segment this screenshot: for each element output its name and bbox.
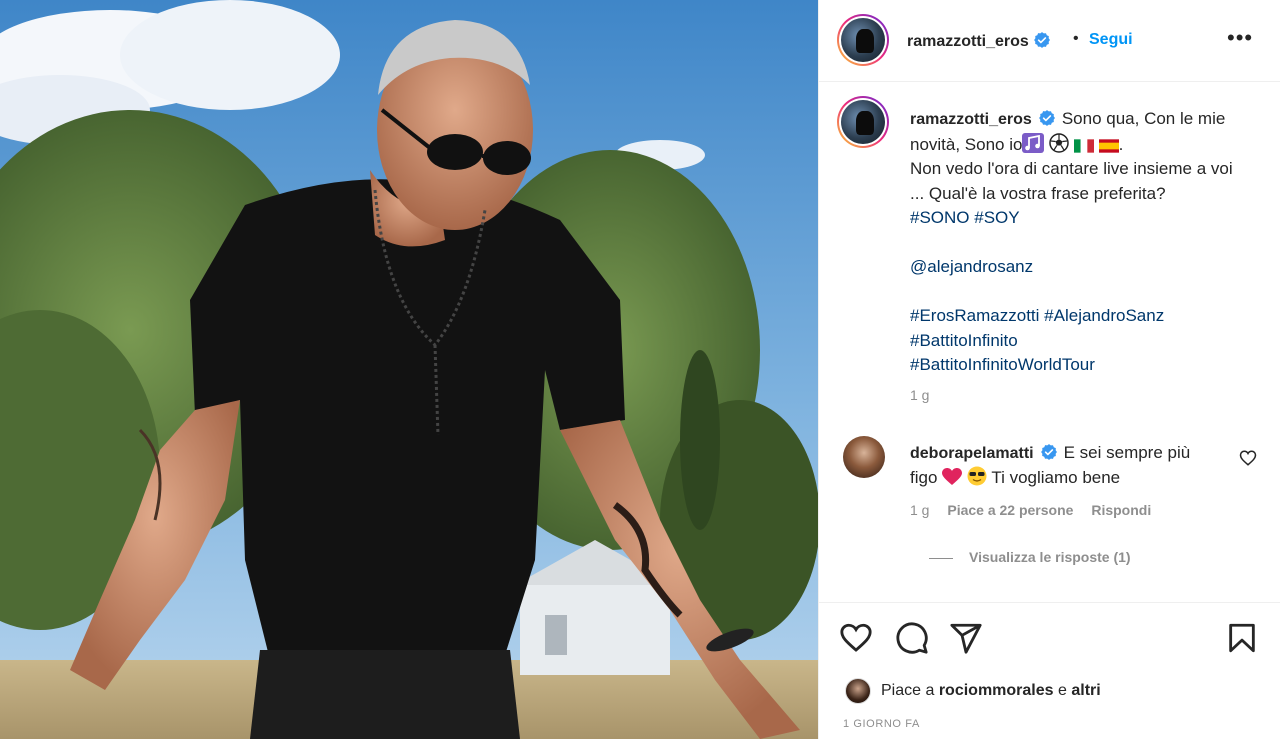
verified-badge-icon <box>1040 444 1057 460</box>
comment-age[interactable]: 1 g <box>910 502 929 518</box>
commenter-username[interactable]: deborapelamatti <box>910 445 1034 462</box>
hashtag-sono[interactable]: #SONO <box>910 208 970 227</box>
action-bar <box>819 602 1280 672</box>
post-caption: ramazzotti_eros Sono qua, Con le mie nov… <box>910 107 1250 378</box>
italy-flag-emoji-icon <box>1073 138 1094 153</box>
soccer-ball-emoji-icon <box>1049 132 1069 153</box>
verified-badge-icon <box>1033 32 1050 48</box>
post-side-panel: ramazzotti_eros • Segui ••• ramazzotti_e… <box>818 0 1280 739</box>
bookmark-icon[interactable] <box>1225 621 1259 655</box>
more-options-icon[interactable]: ••• <box>1227 27 1253 49</box>
red-heart-emoji-icon <box>942 468 963 485</box>
reply-button[interactable]: Rispondi <box>1091 502 1151 518</box>
caption-line1-suffix: . <box>1118 134 1124 154</box>
likes-joiner: e <box>1058 682 1067 699</box>
likes-prefix: Piace a <box>881 682 935 699</box>
music-notes-emoji-icon <box>1022 132 1045 153</box>
comment-like-heart-icon[interactable] <box>1239 449 1257 467</box>
liker-avatar[interactable] <box>845 678 871 704</box>
hashtag-battitoinfinitoworldtour[interactable]: #BattitoInfinitoWorldTour <box>910 355 1095 374</box>
author-username-row[interactable]: ramazzotti_eros <box>907 31 1051 51</box>
likes-others[interactable]: altri <box>1071 682 1100 700</box>
hashtag-erosramazzotti[interactable]: #ErosRamazzotti <box>910 306 1039 325</box>
post-header: ramazzotti_eros • Segui ••• <box>819 0 1280 82</box>
caption-age[interactable]: 1 g <box>910 387 929 403</box>
spain-flag-emoji-icon <box>1098 138 1119 153</box>
caption-username[interactable]: ramazzotti_eros <box>910 111 1032 128</box>
follow-button[interactable]: Segui <box>1089 31 1133 49</box>
author-avatar[interactable] <box>837 14 889 66</box>
post-date[interactable]: 1 GIORNO FA <box>843 718 920 730</box>
mention-alejandrosanz[interactable]: @alejandrosanz <box>910 257 1033 276</box>
comment-text-after: Ti vogliamo bene <box>991 468 1121 487</box>
likes-summary: Piace a rociommorales e altri <box>845 678 1101 704</box>
comment-body: deborapelamatti E sei sempre più figo Ti… <box>910 441 1220 490</box>
view-replies-button[interactable]: Visualizza le risposte (1) <box>929 549 1131 565</box>
caption-avatar[interactable] <box>837 96 889 148</box>
paper-plane-icon[interactable] <box>949 621 983 655</box>
caption-line2: Non vedo l'ora di cantare live insieme a… <box>910 159 1233 203</box>
hashtag-battitoinfinito[interactable]: #BattitoInfinito <box>910 331 1018 350</box>
commenter-avatar[interactable] <box>843 436 885 478</box>
post-photo[interactable] <box>0 0 818 739</box>
comment-likes[interactable]: Piace a 22 persone <box>947 502 1073 518</box>
author-username[interactable]: ramazzotti_eros <box>907 33 1029 50</box>
comment-icon[interactable] <box>895 621 929 655</box>
sunglasses-face-emoji-icon <box>967 466 987 486</box>
hashtag-alejandrosanz[interactable]: #AlejandroSanz <box>1044 306 1164 325</box>
verified-badge-icon <box>1038 110 1055 126</box>
separator-dot: • <box>1073 30 1079 47</box>
comment-meta: 1 g Piace a 22 persone Rispondi <box>910 502 1165 518</box>
post-image <box>0 0 818 739</box>
liker-username[interactable]: rociommorales <box>939 682 1054 700</box>
hashtag-soy[interactable]: #SOY <box>974 208 1019 227</box>
heart-icon[interactable] <box>839 621 873 655</box>
